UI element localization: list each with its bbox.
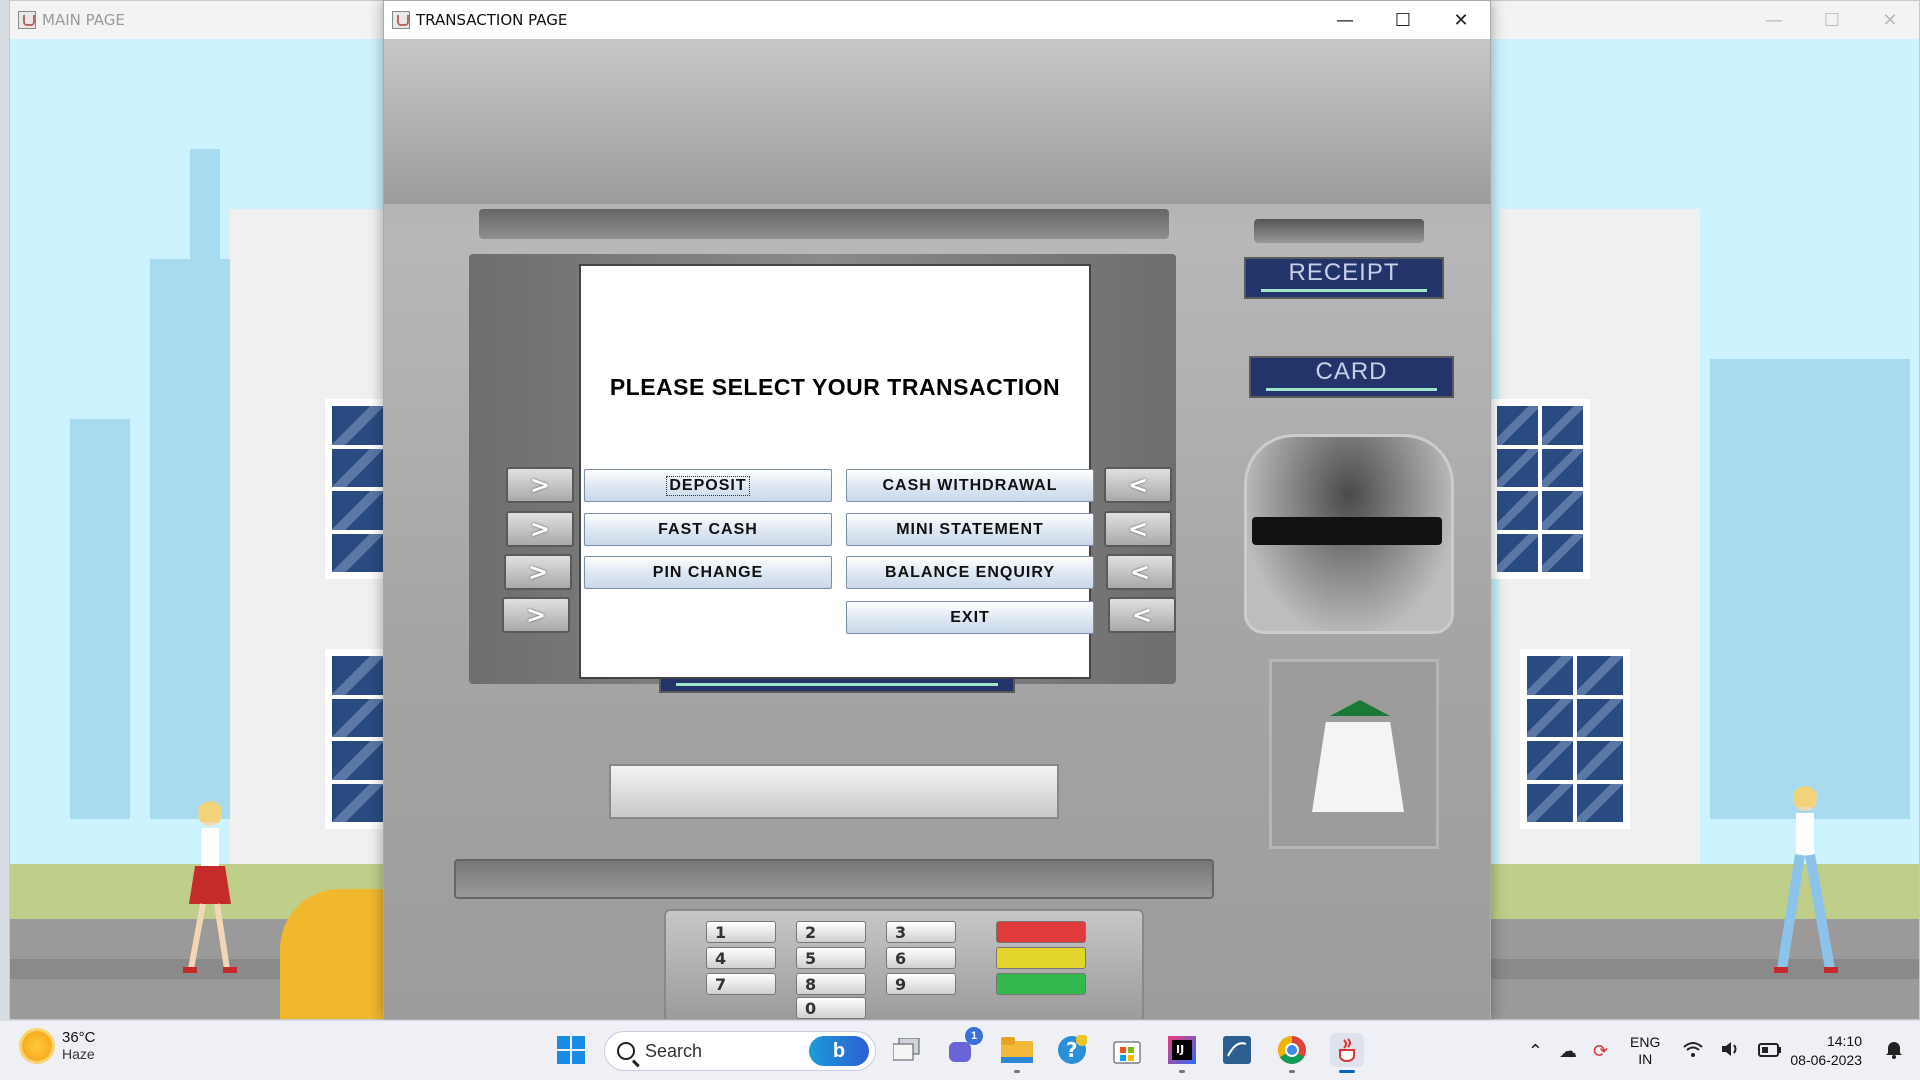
left-side-key-2: > — [506, 511, 574, 547]
transaction-window-titlebar[interactable]: TRANSACTION PAGE — ☐ ✕ — [384, 1, 1490, 39]
pin-change-button[interactable]: PIN CHANGE — [584, 556, 832, 589]
language-line2: IN — [1638, 1051, 1653, 1067]
keypad-cancel-key — [996, 921, 1086, 943]
search-icon — [617, 1042, 635, 1060]
language-indicator[interactable]: ENG IN — [1630, 1034, 1660, 1068]
system-tray: ⌃ ☁ ⟳ ENG IN 14:10 08-06-2023 — [1520, 1021, 1920, 1080]
atm-tray — [454, 859, 1214, 899]
taskbar: 36°C Haze Search b 1 ? IJ ⌃ ☁ ⟳ ENG IN 1… — [0, 1020, 1920, 1080]
mysql-workbench-icon[interactable] — [1220, 1033, 1254, 1067]
chevron-up-icon[interactable]: ⌃ — [1528, 1041, 1543, 1062]
keypad-key-7: 7 — [706, 973, 776, 995]
bing-icon[interactable]: b — [809, 1036, 869, 1066]
language-line1: ENG — [1630, 1034, 1661, 1050]
building-window — [1520, 649, 1630, 829]
keypad-key-1: 1 — [706, 921, 776, 943]
chrome-icon[interactable] — [1275, 1033, 1309, 1073]
notification-bell-icon[interactable] — [1884, 1039, 1904, 1064]
java-app-icon — [18, 11, 36, 29]
keypad-key-8: 8 — [796, 973, 866, 995]
card-label: CARD — [1249, 356, 1454, 398]
right-side-key-1: < — [1104, 467, 1172, 503]
battery-icon[interactable] — [1758, 1041, 1782, 1062]
atm-hood — [384, 39, 1490, 204]
search-placeholder: Search — [645, 1040, 703, 1061]
haze-weather-icon — [22, 1030, 52, 1061]
clock-time: 14:10 — [1826, 1033, 1862, 1049]
weather-temperature: 36°C — [62, 1029, 96, 1046]
deposit-button[interactable]: DEPOSIT — [584, 469, 832, 502]
keypad-key-6: 6 — [886, 947, 956, 969]
balance-enquiry-button[interactable]: BALANCE ENQUIRY — [846, 556, 1094, 589]
main-maximize-button[interactable]: ☐ — [1803, 1, 1861, 39]
building-window — [1490, 399, 1590, 579]
keypad: 1 2 3 4 5 6 7 8 9 0 — [664, 909, 1144, 1019]
deposit-box — [1269, 659, 1439, 849]
java-app-icon — [392, 11, 410, 29]
close-button[interactable]: ✕ — [1432, 1, 1490, 39]
receipt-slot — [1254, 219, 1424, 243]
help-icon[interactable]: ? — [1055, 1033, 1089, 1067]
keypad-key-2: 2 — [796, 921, 866, 943]
atm-machine-background: RECEIPT CARD CASH 1 2 3 4 5 6 7 8 9 0 > … — [384, 39, 1490, 1019]
skyline-tower — [1710, 359, 1910, 819]
keypad-enter-key — [996, 973, 1086, 995]
fast-cash-button[interactable]: FAST CASH — [584, 513, 832, 546]
windows-start-icon[interactable] — [554, 1033, 588, 1067]
keypad-key-4: 4 — [706, 947, 776, 969]
atm-top-ledge — [479, 209, 1169, 239]
right-side-key-2: < — [1104, 511, 1172, 547]
clock-date: 08-06-2023 — [1790, 1052, 1862, 1068]
teams-chat-icon[interactable]: 1 — [945, 1027, 983, 1067]
svg-text:IJ: IJ — [1176, 1043, 1184, 1056]
cash-withdrawal-button[interactable]: CASH WITHDRAWAL — [846, 469, 1094, 502]
teams-badge: 1 — [965, 1027, 983, 1045]
right-side-key-3: < — [1106, 554, 1174, 590]
microsoft-store-icon[interactable] — [1110, 1033, 1144, 1067]
minimize-button[interactable]: — — [1316, 1, 1374, 39]
task-view-icon[interactable] — [890, 1033, 924, 1067]
walking-woman-right — [1774, 786, 1838, 973]
wifi-icon[interactable] — [1682, 1040, 1704, 1063]
receipt-label: RECEIPT — [1244, 257, 1444, 299]
keypad-key-5: 5 — [796, 947, 866, 969]
main-minimize-button[interactable]: — — [1745, 1, 1803, 39]
transaction-page-window: TRANSACTION PAGE — ☐ ✕ RECEIPT CARD CASH… — [383, 0, 1491, 1020]
clock[interactable]: 14:10 08-06-2023 — [1790, 1032, 1862, 1070]
yellow-car — [280, 889, 400, 1019]
skyline-tower — [70, 419, 130, 819]
skyline-spire — [190, 149, 220, 269]
keypad-key-9: 9 — [886, 973, 956, 995]
weather-description: Haze — [62, 1046, 95, 1062]
main-window-title: MAIN PAGE — [42, 11, 125, 29]
weather-widget[interactable]: 36°C Haze — [22, 1029, 96, 1062]
mini-statement-button[interactable]: MINI STATEMENT — [846, 513, 1094, 546]
transaction-window-title: TRANSACTION PAGE — [416, 11, 568, 29]
java-app-taskbar-icon[interactable] — [1330, 1033, 1364, 1073]
svg-text:?: ? — [1066, 1038, 1078, 1062]
volume-icon[interactable] — [1720, 1040, 1742, 1063]
left-side-key-3: > — [504, 554, 572, 590]
taskbar-search[interactable]: Search b — [604, 1031, 876, 1071]
main-close-button[interactable]: ✕ — [1861, 1, 1919, 39]
transaction-prompt: PLEASE SELECT YOUR TRANSACTION — [609, 374, 1061, 400]
walking-woman-left — [183, 801, 237, 973]
left-side-key-4: > — [502, 597, 570, 633]
keypad-clear-key — [996, 947, 1086, 969]
keypad-key-3: 3 — [886, 921, 956, 943]
cash-dispenser-slot — [609, 764, 1059, 819]
file-explorer-icon[interactable] — [1000, 1033, 1034, 1073]
onedrive-cloud-icon[interactable]: ☁ — [1559, 1041, 1577, 1062]
keypad-key-0: 0 — [796, 997, 866, 1019]
intellij-idea-icon[interactable]: IJ — [1165, 1033, 1199, 1073]
maximize-button[interactable]: ☐ — [1374, 1, 1432, 39]
exit-button[interactable]: EXIT — [846, 601, 1094, 634]
right-side-key-4: < — [1108, 597, 1176, 633]
card-slot — [1244, 434, 1454, 634]
left-side-key-1: > — [506, 467, 574, 503]
deposit-button-label: DEPOSIT — [666, 475, 750, 496]
skyline-tower — [150, 259, 240, 819]
sync-icon[interactable]: ⟳ — [1593, 1041, 1608, 1062]
